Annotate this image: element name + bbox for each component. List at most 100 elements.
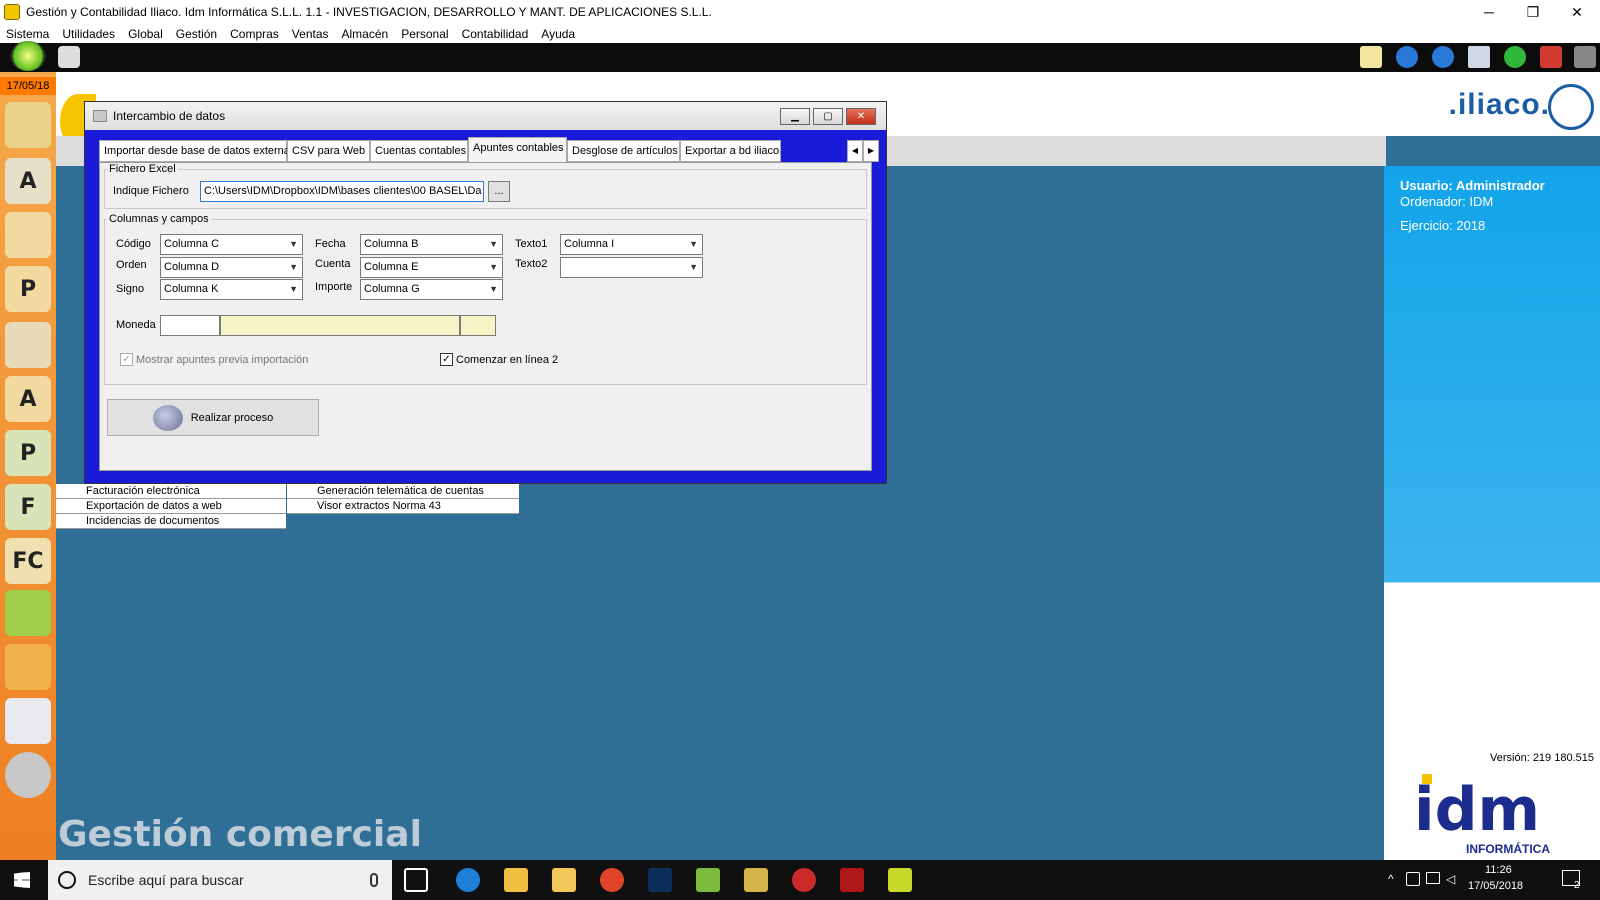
forward-arrow-icon[interactable] xyxy=(1432,46,1454,68)
codigo-label: Código xyxy=(116,238,151,250)
f-document-icon[interactable]: F xyxy=(5,484,51,530)
p-document-icon[interactable]: P xyxy=(5,430,51,476)
iliaco-app-icon[interactable] xyxy=(744,868,768,892)
volume-icon[interactable]: ◁ xyxy=(1446,872,1455,886)
minimize-button[interactable]: ─ xyxy=(1466,0,1512,24)
brand-text: Gestión comercial xyxy=(58,814,422,855)
menu-almacen[interactable]: Almacén xyxy=(342,27,389,41)
list-item[interactable]: Exportación de datos a web xyxy=(56,499,286,514)
cuenta-select[interactable]: Columna E ▼ xyxy=(360,257,503,278)
dialog-maximize-button[interactable]: ▢ xyxy=(813,108,843,125)
menu-global[interactable]: Global xyxy=(128,27,163,41)
mail-icon[interactable] xyxy=(1360,46,1382,68)
user-p-icon[interactable]: P xyxy=(5,266,51,312)
file-explorer-icon[interactable] xyxy=(552,868,576,892)
texto1-label: Texto1 xyxy=(515,238,548,250)
list-item[interactable]: Incidencias de documentos xyxy=(56,514,286,529)
menu-gestion[interactable]: Gestión xyxy=(176,27,217,41)
windows-start-icon[interactable] xyxy=(14,872,30,888)
network-icon[interactable] xyxy=(1426,872,1440,884)
users-icon[interactable] xyxy=(5,102,51,148)
chevron-down-icon: ▼ xyxy=(289,284,298,294)
realizar-proceso-button[interactable]: Realizar proceso xyxy=(107,399,319,436)
user-icon[interactable] xyxy=(5,212,51,258)
edge-icon[interactable] xyxy=(456,868,480,892)
help-icon[interactable] xyxy=(1504,46,1526,68)
task-view-icon[interactable] xyxy=(404,868,428,892)
chevron-down-icon: ▼ xyxy=(489,262,498,272)
mail-app-icon[interactable] xyxy=(504,868,528,892)
fichero-excel-legend: Fichero Excel xyxy=(107,163,178,175)
codigo-select[interactable]: Columna C ▼ xyxy=(160,234,303,255)
chevron-down-icon: ▼ xyxy=(489,239,498,249)
dialog-close-button[interactable]: ✕ xyxy=(846,108,876,125)
chrome-icon[interactable] xyxy=(600,868,624,892)
list-book-icon[interactable] xyxy=(5,698,51,744)
orden-select[interactable]: Columna D ▼ xyxy=(160,257,303,278)
taskbar-search[interactable]: Escribe aquí para buscar xyxy=(48,860,392,900)
texto2-select[interactable]: ▼ xyxy=(560,257,703,278)
bag-green-icon[interactable] xyxy=(5,590,51,636)
menu-utilidades[interactable]: Utilidades xyxy=(62,27,115,41)
tab-cuentas-contables[interactable]: Cuentas contables xyxy=(370,140,468,162)
menu-personal[interactable]: Personal xyxy=(401,27,448,41)
microphone-icon[interactable] xyxy=(370,873,378,887)
close-button[interactable]: ✕ xyxy=(1554,0,1600,24)
list-item[interactable]: Facturación electrónica xyxy=(56,484,286,499)
group-icon[interactable] xyxy=(5,322,51,368)
list-item[interactable]: Generación telemática de cuentas xyxy=(287,484,519,499)
tab-scroll-right-icon[interactable]: ▶ xyxy=(863,140,879,162)
comenzar-linea-checkbox[interactable]: ✓ xyxy=(440,353,453,366)
signo-select[interactable]: Columna K ▼ xyxy=(160,279,303,300)
chevron-up-icon[interactable]: ^ xyxy=(1388,872,1394,886)
importe-select[interactable]: Columna G ▼ xyxy=(360,279,503,300)
search-placeholder: Escribe aquí para buscar xyxy=(88,872,244,888)
close-app-icon[interactable] xyxy=(1540,46,1562,68)
excel-like-icon[interactable] xyxy=(696,868,720,892)
menu-sistema[interactable]: Sistema xyxy=(6,27,49,41)
dropbox-tray-icon[interactable] xyxy=(1406,872,1420,886)
list-item[interactable]: Visor extractos Norma 43 xyxy=(287,499,519,514)
moneda-code-input[interactable] xyxy=(160,315,220,336)
sidebar-date: 17/05/18 xyxy=(0,77,56,95)
contacts-icon[interactable]: A xyxy=(5,158,51,204)
dialog-minimize-button[interactable]: ▁ xyxy=(780,108,810,125)
tab-csv-web[interactable]: CSV para Web xyxy=(287,140,370,162)
notifications-count: 2 xyxy=(1574,880,1580,891)
bag-orange-icon[interactable] xyxy=(5,644,51,690)
tab-exportar[interactable]: Exportar a bd iliaco xyxy=(680,140,781,162)
disc-icon[interactable] xyxy=(5,752,51,798)
tab-desglose[interactable]: Desglose de artículos xyxy=(567,140,680,162)
file-path-input[interactable]: C:\Users\IDM\Dropbox\IDM\bases clientes\… xyxy=(200,181,484,202)
fc-document-icon[interactable]: FC xyxy=(5,538,51,584)
list-icon[interactable] xyxy=(1468,46,1490,68)
tab-importar[interactable]: Importar desde base de datos externa xyxy=(99,140,290,162)
menu-ventas[interactable]: Ventas xyxy=(292,27,329,41)
tools-icon[interactable] xyxy=(1574,46,1596,68)
filezilla-icon[interactable] xyxy=(840,868,864,892)
menu-compras[interactable]: Compras xyxy=(230,27,279,41)
texto1-select[interactable]: Columna I ▼ xyxy=(560,234,703,255)
menu-ayuda[interactable]: Ayuda xyxy=(541,27,575,41)
home-orb-icon[interactable] xyxy=(10,41,46,71)
signo-label: Signo xyxy=(116,283,145,295)
menu-contabilidad[interactable]: Contabilidad xyxy=(462,27,529,41)
tab-apuntes-contables[interactable]: Apuntes contables xyxy=(468,137,567,162)
fecha-select[interactable]: Columna B ▼ xyxy=(360,234,503,255)
idm-logo-text: idm xyxy=(1414,775,1541,845)
back-arrow-icon[interactable] xyxy=(1396,46,1418,68)
user-a-icon[interactable]: A xyxy=(5,376,51,422)
gestion-app-icon[interactable] xyxy=(888,868,912,892)
app-icon xyxy=(4,4,20,20)
photoshop-icon[interactable] xyxy=(648,868,672,892)
tab-scroll-left-icon[interactable]: ◀ xyxy=(847,140,863,162)
window-title: Gestión y Contabilidad Iliaco. Idm Infor… xyxy=(26,5,712,19)
realizar-proceso-label: Realizar proceso xyxy=(190,411,274,424)
print-icon[interactable] xyxy=(58,46,80,68)
mostrar-apuntes-checkbox[interactable]: ✓ xyxy=(120,353,133,366)
restore-button[interactable]: ❐ xyxy=(1510,0,1556,24)
chevron-down-icon: ▼ xyxy=(489,284,498,294)
cuenta-value: Columna E xyxy=(364,261,419,273)
browse-button[interactable]: ... xyxy=(488,181,510,202)
dx-icon[interactable] xyxy=(792,868,816,892)
